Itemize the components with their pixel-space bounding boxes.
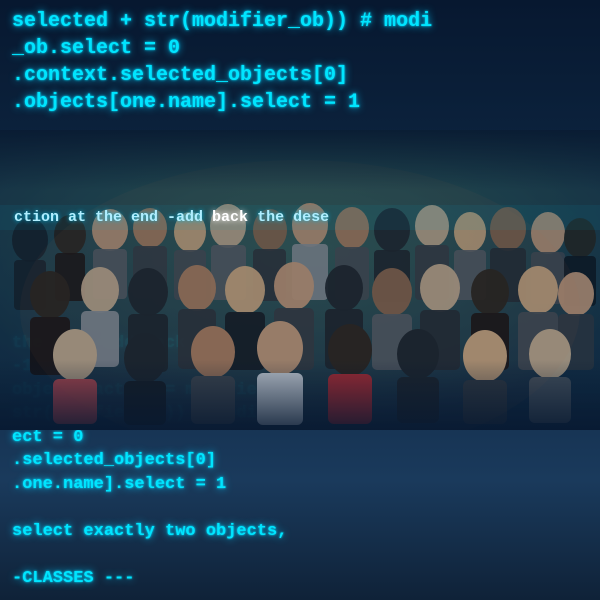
code-mid-section: ction at the end -add back the dese <box>0 205 600 230</box>
code-line-mid: ction at the end -add back the dese <box>14 207 586 228</box>
code-line-1: selected + str(modifier_ob)) # modi <box>12 8 588 35</box>
code-line-2: _ob.select = 0 <box>12 35 588 62</box>
photo-overlay-top <box>0 130 600 190</box>
code-bottom-9: select exactly two objects, <box>12 520 588 543</box>
code-bottom-11: -CLASSES --- <box>12 567 588 590</box>
photo-overlay-bottom <box>0 360 600 430</box>
highlight-back: back <box>212 209 248 226</box>
code-line-3: .context.selected_objects[0] <box>12 62 588 89</box>
group-photo <box>0 130 600 430</box>
code-line-4: .objects[one.name].select = 1 <box>12 89 588 116</box>
code-bottom-7: .one.name].select = 1 <box>12 473 588 496</box>
code-bottom-6: .selected_objects[0] <box>12 449 588 472</box>
main-container: selected + str(modifier_ob)) # modi _ob.… <box>0 0 600 600</box>
code-bottom-8 <box>12 496 588 519</box>
code-bottom-10 <box>12 543 588 566</box>
